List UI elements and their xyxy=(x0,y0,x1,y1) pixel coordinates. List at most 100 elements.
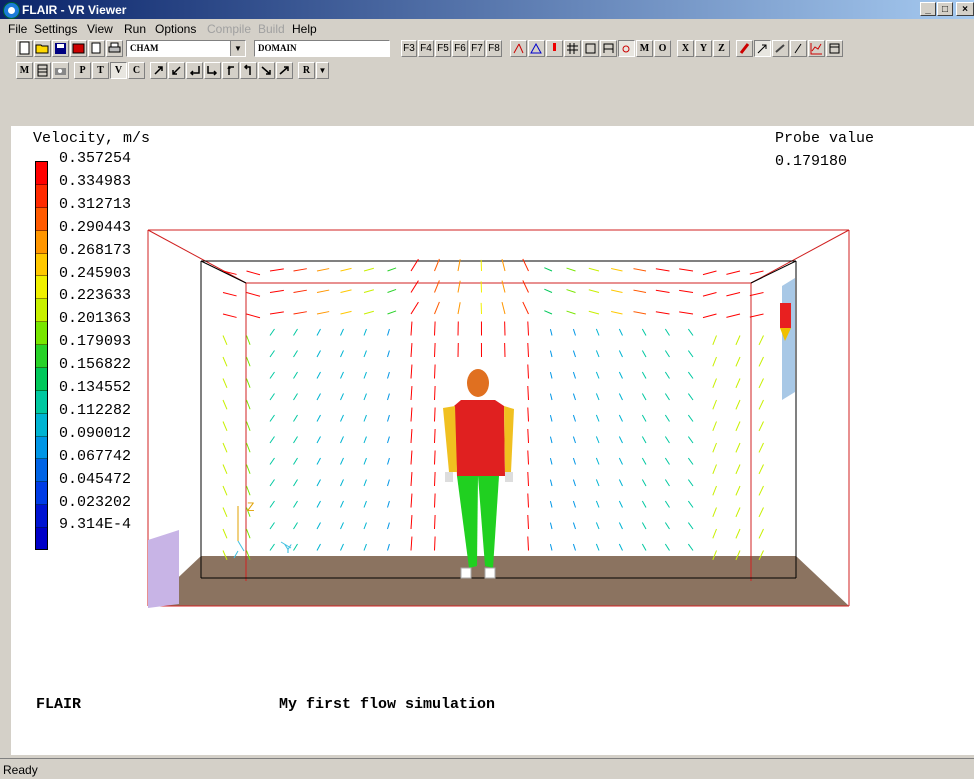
objects-button[interactable]: O xyxy=(654,40,671,57)
camera-icon[interactable] xyxy=(52,62,69,79)
view-arrow-left-icon[interactable] xyxy=(186,62,203,79)
copy-icon[interactable] xyxy=(88,40,105,57)
red-pen-icon[interactable] xyxy=(736,40,753,57)
y-plane-button[interactable]: Y xyxy=(695,40,712,57)
velocity-arrow xyxy=(611,311,622,314)
velocity-arrow xyxy=(642,329,646,336)
view-diag-up-icon[interactable] xyxy=(276,62,293,79)
concentration-button[interactable]: C xyxy=(128,62,145,79)
velocity-arrow xyxy=(726,271,740,274)
temperature-button[interactable]: T xyxy=(92,62,109,79)
pressure-button[interactable]: P xyxy=(74,62,91,79)
menu-options[interactable]: Options xyxy=(155,22,196,36)
velocity-arrow xyxy=(294,436,298,443)
box-icon[interactable] xyxy=(582,40,599,57)
menu-help[interactable]: Help xyxy=(292,22,317,36)
open-folder-icon[interactable] xyxy=(34,40,51,57)
viewer-viewport[interactable]: Velocity, m/s Probe value 0.179180 0.357… xyxy=(11,126,974,755)
velocity-arrow xyxy=(633,290,646,292)
object-combo[interactable]: CHAM▼ xyxy=(126,40,246,57)
domain-combo[interactable]: DOMAIN xyxy=(254,40,390,57)
view-arrow-right-icon[interactable] xyxy=(204,62,221,79)
velocity-arrow xyxy=(567,290,576,293)
f3-button[interactable]: F3 xyxy=(401,40,417,57)
velocity-arrow xyxy=(270,437,274,443)
caption-center: My first flow simulation xyxy=(279,696,495,713)
velocity-arrow xyxy=(270,480,274,486)
velocity-arrow xyxy=(573,329,575,335)
velocity-arrow xyxy=(502,302,505,314)
velocity-arrow xyxy=(247,379,251,388)
velocity-arrow xyxy=(528,343,529,357)
contour-icon[interactable] xyxy=(528,40,545,57)
mesh-button[interactable]: M xyxy=(636,40,653,57)
menu-settings[interactable]: Settings xyxy=(34,22,77,36)
velocity-arrow xyxy=(341,350,344,357)
velocity-arrow xyxy=(388,311,397,314)
view-arrow-up-icon[interactable] xyxy=(222,62,239,79)
new-file-icon[interactable] xyxy=(16,40,33,57)
z-plane-button[interactable]: Z xyxy=(713,40,730,57)
close-button[interactable]: × xyxy=(956,2,974,16)
velocity-arrow xyxy=(679,290,693,292)
velocity-arrow xyxy=(573,458,575,464)
chevron-down-icon[interactable]: ▼ xyxy=(230,41,245,56)
velocity-arrow xyxy=(411,302,418,314)
film-icon[interactable] xyxy=(34,62,51,79)
x-plane-button[interactable]: X xyxy=(677,40,694,57)
inlet-panel xyxy=(148,530,179,608)
velocity-arrow xyxy=(736,379,740,388)
velocity-arrow xyxy=(596,479,599,486)
f4-button[interactable]: F4 xyxy=(418,40,434,57)
velocity-arrow xyxy=(619,415,622,422)
velocity-arrow xyxy=(713,486,717,495)
window-icon[interactable] xyxy=(826,40,843,57)
view-arrow-ne-icon[interactable] xyxy=(150,62,167,79)
maximize-button[interactable]: □ xyxy=(937,2,953,16)
velocity-arrow xyxy=(341,415,344,422)
graph-icon[interactable] xyxy=(808,40,825,57)
save-icon[interactable] xyxy=(52,40,69,57)
print-icon[interactable] xyxy=(106,40,123,57)
probe-icon[interactable] xyxy=(546,40,563,57)
velocity-arrow xyxy=(642,501,646,508)
velocity-arrow xyxy=(317,479,321,486)
f5-button[interactable]: F5 xyxy=(435,40,451,57)
view-arrow-up-left-icon[interactable] xyxy=(240,62,257,79)
vector-style-icon[interactable] xyxy=(510,40,527,57)
velocity-arrow xyxy=(759,422,763,431)
velocity-arrow xyxy=(270,415,274,421)
velocity-arrow xyxy=(411,494,412,508)
velocity-arrow xyxy=(270,501,274,507)
velocity-arrow xyxy=(388,480,390,486)
arrow-icon[interactable] xyxy=(754,40,771,57)
menu-run[interactable]: Run xyxy=(124,22,146,36)
f8-button[interactable]: F8 xyxy=(486,40,502,57)
grid-icon[interactable] xyxy=(564,40,581,57)
f6-button[interactable]: F6 xyxy=(452,40,468,57)
velocity-arrow xyxy=(364,329,366,335)
reset-button[interactable]: R xyxy=(298,62,315,79)
velocity-arrow xyxy=(411,343,412,357)
image-icon[interactable] xyxy=(70,40,87,57)
view-arrow-sw-icon[interactable] xyxy=(168,62,185,79)
minimize-button[interactable]: _ xyxy=(920,2,936,16)
pen-icon[interactable] xyxy=(790,40,807,57)
velocity-arrow xyxy=(550,480,552,486)
menu-view[interactable]: View xyxy=(87,22,113,36)
f7-button[interactable]: F7 xyxy=(469,40,485,57)
streamline-icon[interactable] xyxy=(618,40,635,57)
view-diag-down-icon[interactable] xyxy=(258,62,275,79)
movie-button[interactable]: M xyxy=(16,62,33,79)
reset-dropdown-icon[interactable]: ▼ xyxy=(316,62,329,79)
velocity-arrow xyxy=(388,268,397,271)
velocity-arrow xyxy=(458,302,460,314)
particle-icon[interactable] xyxy=(772,40,789,57)
velocity-button[interactable]: V xyxy=(110,62,127,79)
velocity-arrow xyxy=(435,408,436,422)
velocity-arrow xyxy=(633,269,646,271)
surface-icon[interactable] xyxy=(600,40,617,57)
velocity-arrow xyxy=(642,393,646,400)
menu-file[interactable]: File xyxy=(8,22,27,36)
velocity-arrow xyxy=(317,312,329,314)
